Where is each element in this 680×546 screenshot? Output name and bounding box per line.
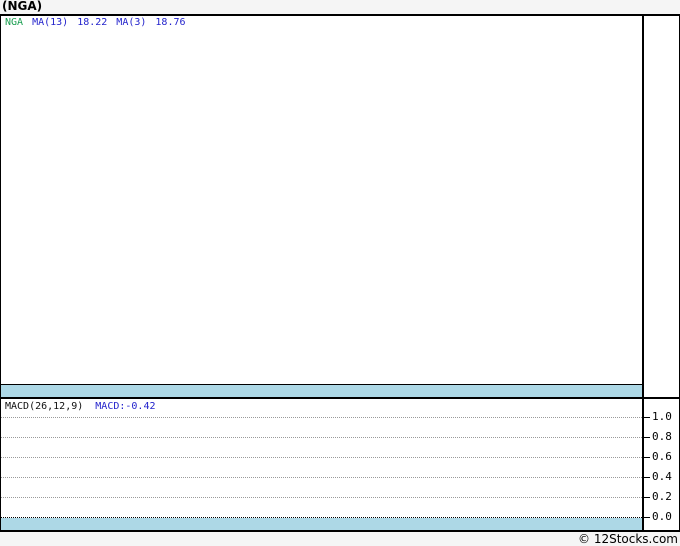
macd-gridline [1, 497, 642, 498]
highlight-band-top [1, 385, 642, 397]
axis-tick-label: 0.0 [652, 510, 672, 523]
axis-tick [644, 437, 650, 438]
panel-separator [1, 397, 679, 399]
ma3-value: 18.76 [155, 17, 186, 28]
price-panel-legend: NGA MA(13) 18.22 MA(3) 18.76 [5, 17, 186, 29]
macd-gridline [1, 457, 642, 458]
macd-value: MACD:-0.42 [95, 401, 156, 412]
axis-tick [644, 457, 650, 458]
axis-tick-label: 0.6 [652, 450, 672, 463]
macd-label: MACD(26,12,9) [5, 401, 84, 412]
y-axis-line [642, 16, 644, 530]
macd-gridline [1, 437, 642, 438]
macd-gridline [1, 417, 642, 418]
macd-gridline [1, 477, 642, 478]
axis-tick [644, 417, 650, 418]
highlight-band-bottom [1, 518, 642, 530]
chart-area: NGA MA(13) 18.22 MA(3) 18.76 MACD(26,12,… [0, 14, 680, 532]
axis-tick [644, 477, 650, 478]
watermark-credit: © 12Stocks.com [578, 532, 678, 546]
ma13-label: MA(13) [32, 17, 69, 28]
axis-tick-label: 0.8 [652, 430, 672, 443]
axis-tick [644, 517, 650, 518]
macd-panel-legend: MACD(26,12,9) MACD:-0.42 [5, 401, 156, 413]
axis-tick-label: 0.4 [652, 470, 672, 483]
ticker-symbol-label: NGA [5, 17, 24, 28]
stock-chart-page: (NGA) NGA MA(13) 18.22 MA(3) 18.76 MACD(… [0, 0, 680, 546]
ma3-label: MA(3) [116, 17, 147, 28]
page-title: (NGA) [2, 0, 43, 13]
axis-tick-label: 0.2 [652, 490, 672, 503]
ma13-value: 18.22 [77, 17, 108, 28]
axis-tick [644, 497, 650, 498]
axis-tick-label: 1.0 [652, 410, 672, 423]
